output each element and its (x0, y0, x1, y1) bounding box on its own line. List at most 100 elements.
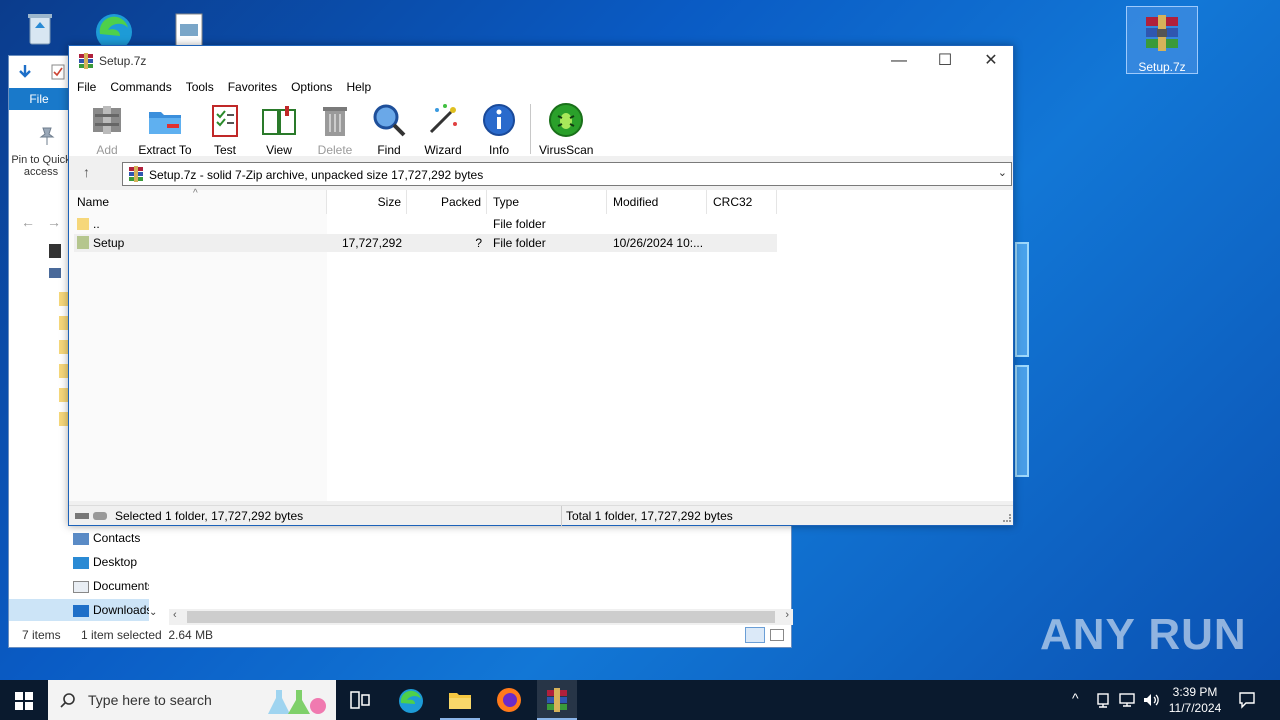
find-button[interactable]: Find (369, 102, 409, 157)
clock-date: 11/7/2024 (1168, 701, 1222, 715)
wallpaper-logo-shape (1015, 242, 1029, 357)
nav-item-desktop[interactable]: Desktop (73, 551, 153, 573)
column-header-type[interactable]: Type (487, 190, 607, 214)
scroll-left-icon[interactable]: ‹ (173, 609, 177, 621)
winrar-taskbar-icon (547, 688, 567, 712)
wizard-button[interactable]: Wizard (421, 102, 465, 157)
menu-bar: File Commands Tools Favorites Options Help (69, 76, 1013, 98)
menu-favorites[interactable]: Favorites (221, 76, 284, 98)
network-icon[interactable] (1118, 692, 1136, 708)
large-icons-view-icon[interactable] (770, 629, 784, 641)
delete-icon (323, 107, 347, 136)
winrar-archive-icon (1146, 15, 1178, 51)
view-icon (262, 106, 296, 135)
extract-to-button[interactable]: Extract To (137, 102, 193, 157)
column-header-packed[interactable]: Packed (407, 190, 487, 214)
nav-item-documents[interactable]: Documents (73, 575, 149, 597)
task-view-icon[interactable] (350, 691, 370, 709)
pin-icon (39, 127, 55, 145)
close-button[interactable]: ✕ (968, 46, 1014, 76)
table-row[interactable]: Setup 17,727,292 ? File folder 10/26/202… (74, 234, 777, 252)
minimize-button[interactable]: — (876, 46, 922, 76)
status-bar: Selected 1 folder, 17,727,292 bytes Tota… (69, 505, 1013, 526)
table-row[interactable]: .. File folder (74, 215, 777, 233)
desktop-icon (73, 556, 89, 569)
drive-icon (49, 268, 61, 278)
taskbar: Type here to search ^ 3:39 PM 11/7/2024 (0, 680, 1280, 720)
recycle-bin-desktop-icon[interactable] (4, 4, 76, 50)
column-header-crc32[interactable]: CRC32 (707, 190, 777, 214)
contacts-icon (73, 532, 89, 545)
address-bar-row: ↑ Setup.7z - solid 7-Zip archive, unpack… (69, 162, 1013, 186)
volume-icon[interactable] (1142, 692, 1160, 708)
back-arrow-icon[interactable]: ← (21, 214, 35, 230)
setup-7z-desktop-icon[interactable]: Setup.7z (1126, 6, 1198, 74)
info-icon (483, 104, 515, 136)
virusscan-button[interactable]: VirusScan (539, 102, 593, 157)
column-header-size[interactable]: Size (327, 190, 407, 214)
address-field[interactable]: Setup.7z - solid 7-Zip archive, unpacked… (122, 162, 1012, 186)
scroll-right-icon[interactable]: › (785, 609, 789, 621)
column-header-modified[interactable]: Modified (607, 190, 707, 214)
documents-icon (73, 580, 89, 593)
film-icon (49, 244, 61, 258)
pin-to-quick-access-label[interactable]: Pin to Quick access (11, 154, 71, 178)
winrar-app-icon (79, 53, 93, 69)
winrar-taskbar-button[interactable] (537, 680, 577, 720)
menu-file[interactable]: File (70, 76, 103, 98)
info-button[interactable]: Info (479, 102, 519, 157)
delete-button[interactable]: Delete (313, 102, 357, 157)
scrollbar-thumb[interactable] (187, 611, 775, 623)
menu-options[interactable]: Options (284, 76, 339, 98)
taskbar-search[interactable]: Type here to search (48, 680, 336, 720)
nav-item-downloads[interactable]: Downloads (9, 599, 149, 621)
title-bar[interactable]: Setup.7z — ☐ ✕ (69, 46, 1013, 76)
network-adapter-icon[interactable] (1095, 692, 1111, 708)
view-button[interactable]: View (257, 102, 301, 157)
notification-center-icon[interactable] (1238, 691, 1256, 709)
wallpaper-logo-shape (1015, 365, 1029, 477)
search-placeholder: Type here to search (88, 692, 212, 708)
archive-window[interactable]: Setup.7z — ☐ ✕ File Commands Tools Favorite… (68, 45, 1014, 526)
selection-info: 1 item selected 2.64 MB (81, 628, 214, 642)
explorer-file-tab[interactable]: File (9, 88, 69, 110)
folder-icon (77, 218, 89, 230)
details-view-icon[interactable] (745, 627, 765, 643)
drive-status-icon (75, 512, 107, 520)
system-clock[interactable]: 3:39 PM 11/7/2024 (1160, 684, 1230, 716)
start-windows-icon[interactable] (15, 692, 33, 710)
setup-7z-desktop-label: Setup.7z (1138, 60, 1186, 74)
properties-icon[interactable] (51, 64, 65, 80)
folder-icon (77, 236, 89, 249)
explorer-quick-toolbar (9, 56, 71, 88)
firefox-taskbar-icon[interactable] (496, 687, 522, 713)
recycle-bin-icon (28, 14, 52, 45)
file-list[interactable]: Name ^ Size Packed Type Modified CRC32 ..… (69, 188, 1013, 501)
maximize-button[interactable]: ☐ (922, 46, 968, 76)
sort-ascending-icon: ^ (193, 188, 198, 199)
add-icon (93, 106, 121, 134)
watermark: ANY RUN (1040, 610, 1247, 659)
nav-scroll-down-icon[interactable]: ⌄ (149, 607, 157, 618)
file-explorer-taskbar-button[interactable] (440, 680, 480, 720)
resize-grip[interactable] (1003, 514, 1011, 522)
address-dropdown-icon[interactable]: ⌄ (998, 166, 1007, 179)
show-hidden-icons-icon[interactable]: ^ (1072, 690, 1079, 720)
edge-desktop-icon[interactable] (78, 4, 150, 50)
download-arrow-icon[interactable] (17, 64, 33, 80)
downloads-icon (73, 604, 89, 617)
add-button[interactable]: Add (87, 102, 127, 157)
edge-taskbar-icon[interactable] (398, 688, 424, 714)
window-title: Setup.7z (99, 54, 147, 68)
test-button[interactable]: Test (205, 102, 245, 157)
column-header-name[interactable]: Name ^ (69, 188, 327, 214)
search-highlight-icon (268, 690, 326, 714)
menu-commands[interactable]: Commands (103, 76, 178, 98)
menu-help[interactable]: Help (339, 76, 378, 98)
up-one-level-icon[interactable]: ↑ (83, 164, 90, 180)
nav-item-contacts[interactable]: Contacts (73, 527, 153, 549)
forward-arrow-icon[interactable]: → (47, 214, 61, 230)
document-desktop-icon[interactable] (152, 4, 224, 50)
explorer-status-bar: 7 items 1 item selected 2.64 MB (9, 623, 791, 647)
menu-tools[interactable]: Tools (179, 76, 221, 98)
